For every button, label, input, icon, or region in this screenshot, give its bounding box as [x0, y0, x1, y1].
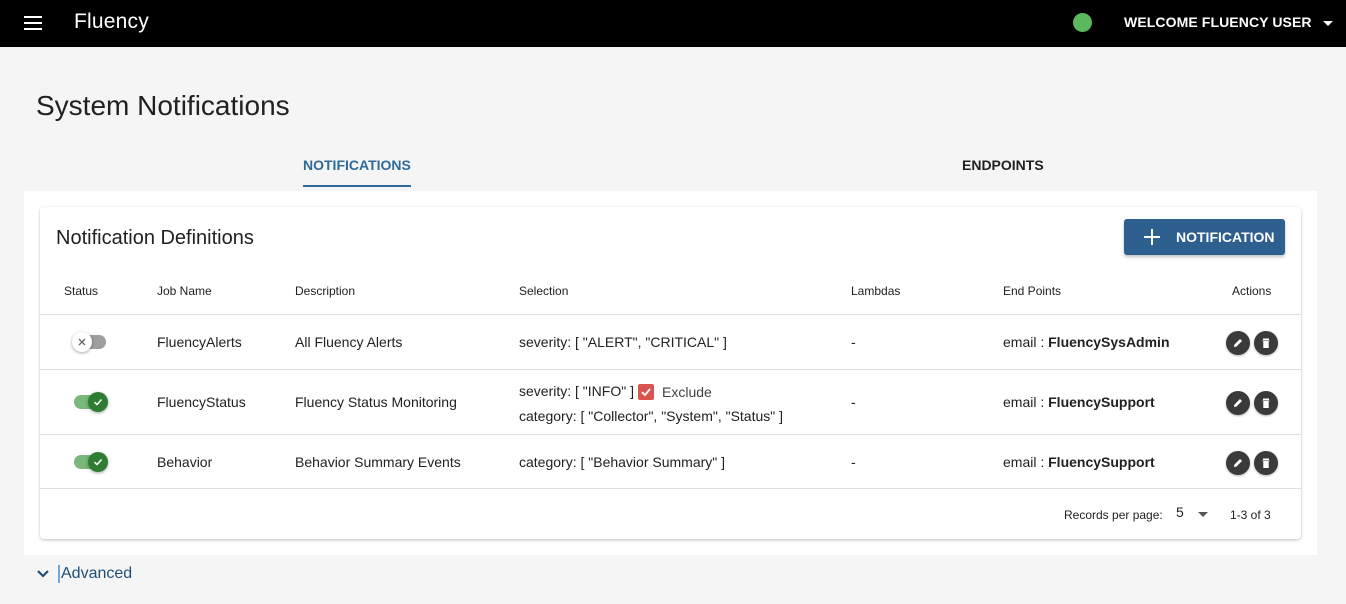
- page-title: System Notifications: [36, 90, 290, 121]
- caret-down-icon: [1198, 512, 1208, 517]
- records-per-page-select[interactable]: 5: [1176, 504, 1214, 524]
- table-row: Behavior Behavior Summary Events categor…: [40, 434, 1301, 489]
- advanced-expander[interactable]: Advanced: [36, 565, 132, 583]
- caret-down-icon: [1322, 20, 1333, 26]
- table-row: FluencyStatus Fluency Status Monitoring …: [40, 369, 1301, 434]
- pencil-icon: [1234, 339, 1242, 347]
- tab-notifications[interactable]: NOTIFICATIONS: [303, 157, 411, 187]
- lambdas: -: [851, 394, 856, 410]
- end-point: email : FluencySupport: [1003, 454, 1155, 470]
- end-point: email : FluencySupport: [1003, 394, 1155, 410]
- trash-icon: [1262, 338, 1270, 348]
- end-point-type: email :: [1003, 394, 1049, 410]
- delete-button[interactable]: [1254, 391, 1278, 415]
- selection-category: category: [ "Collector", "System", "Stat…: [519, 408, 784, 424]
- tab-endpoints[interactable]: ENDPOINTS: [962, 157, 1044, 185]
- end-point: email : FluencySysAdmin: [1003, 334, 1170, 350]
- status-indicator: [1073, 13, 1092, 32]
- description: Behavior Summary Events: [295, 454, 461, 470]
- add-notification-label: NOTIFICATION: [1176, 229, 1275, 245]
- end-point-name: FluencySupport: [1048, 454, 1155, 470]
- user-menu[interactable]: WELCOME FLUENCY USER: [1124, 14, 1333, 30]
- add-notification-button[interactable]: NOTIFICATION: [1124, 219, 1285, 255]
- check-icon: [641, 388, 651, 397]
- status-toggle[interactable]: [72, 331, 108, 353]
- pencil-icon: [1234, 399, 1242, 407]
- selection: severity: [ "INFO" ]: [519, 383, 634, 399]
- job-name: FluencyAlerts: [157, 334, 242, 350]
- edit-button[interactable]: [1226, 331, 1250, 355]
- records-per-page-label: Records per page:: [1064, 508, 1163, 522]
- exclude-label: Exclude: [662, 384, 712, 400]
- status-toggle[interactable]: [72, 451, 108, 473]
- advanced-label: Advanced: [58, 565, 132, 583]
- trash-icon: [1262, 398, 1270, 408]
- end-point-type: email :: [1003, 454, 1049, 470]
- selection: category: [ "Behavior Summary" ]: [519, 454, 726, 470]
- edit-button[interactable]: [1226, 391, 1250, 415]
- description: All Fluency Alerts: [295, 334, 403, 350]
- selection: severity: [ "ALERT", "CRITICAL" ]: [519, 334, 727, 350]
- table-row: FluencyAlerts All Fluency Alerts severit…: [40, 314, 1301, 369]
- column-header-lambdas[interactable]: Lambdas: [851, 284, 900, 298]
- close-icon: [78, 338, 86, 346]
- end-point-name: FluencySupport: [1048, 394, 1155, 410]
- pencil-icon: [1234, 459, 1242, 467]
- exclude-checkbox[interactable]: [638, 384, 654, 400]
- delete-button[interactable]: [1254, 451, 1278, 475]
- app-header: Fluency WELCOME FLUENCY USER: [0, 0, 1346, 47]
- lambdas: -: [851, 454, 856, 470]
- records-per-page-value: 5: [1176, 504, 1184, 520]
- chevron-down-icon: [37, 570, 49, 578]
- job-name: Behavior: [157, 454, 213, 470]
- plus-icon: [1144, 229, 1160, 245]
- user-menu-label: WELCOME FLUENCY USER: [1124, 14, 1312, 30]
- column-header-selection[interactable]: Selection: [519, 284, 568, 298]
- card-title: Notification Definitions: [56, 227, 254, 249]
- column-header-description[interactable]: Description: [295, 284, 355, 298]
- check-icon: [93, 398, 103, 406]
- pagination-range: 1-3 of 3: [1230, 508, 1271, 522]
- app-title: Fluency: [74, 10, 149, 33]
- job-name: FluencyStatus: [157, 394, 246, 410]
- trash-icon: [1262, 458, 1270, 468]
- lambdas: -: [851, 334, 856, 350]
- menu-icon[interactable]: [22, 14, 46, 32]
- column-header-job-name[interactable]: Job Name: [157, 284, 212, 298]
- delete-button[interactable]: [1254, 331, 1278, 355]
- column-header-end-points[interactable]: End Points: [1003, 284, 1061, 298]
- end-point-type: email :: [1003, 334, 1049, 350]
- end-point-name: FluencySysAdmin: [1048, 334, 1170, 350]
- column-header-status[interactable]: Status: [64, 284, 98, 298]
- check-icon: [93, 458, 103, 466]
- edit-button[interactable]: [1226, 451, 1250, 475]
- status-toggle[interactable]: [72, 391, 108, 413]
- tab-panel: Notification Definitions NOTIFICATION St…: [24, 191, 1317, 555]
- column-header-actions: Actions: [1232, 284, 1272, 298]
- notification-definitions-card: Notification Definitions NOTIFICATION St…: [40, 207, 1301, 539]
- description: Fluency Status Monitoring: [295, 394, 457, 410]
